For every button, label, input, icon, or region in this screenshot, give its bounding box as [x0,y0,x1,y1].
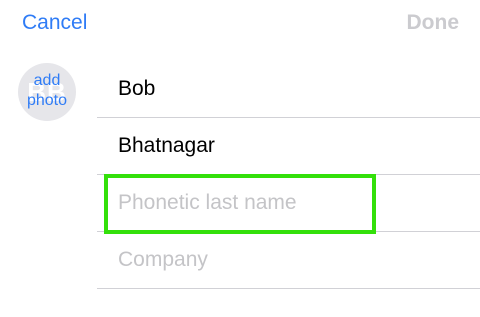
done-button[interactable]: Done [407,10,460,36]
contact-fields [97,61,480,289]
add-photo-line-1: add [33,72,61,89]
first-name-field[interactable] [118,61,448,117]
add-photo-label: add photo [18,71,76,111]
add-photo-avatar[interactable]: BB add photo [18,63,76,121]
cancel-button[interactable]: Cancel [22,10,87,36]
last-name-field[interactable] [118,118,448,174]
company-field[interactable] [118,232,448,288]
first-name-row [97,61,480,118]
phonetic-last-name-row [97,175,480,232]
add-photo-line-2: photo [26,92,68,109]
company-row [97,232,480,289]
last-name-row [97,118,480,175]
phonetic-last-name-field[interactable] [118,175,448,231]
